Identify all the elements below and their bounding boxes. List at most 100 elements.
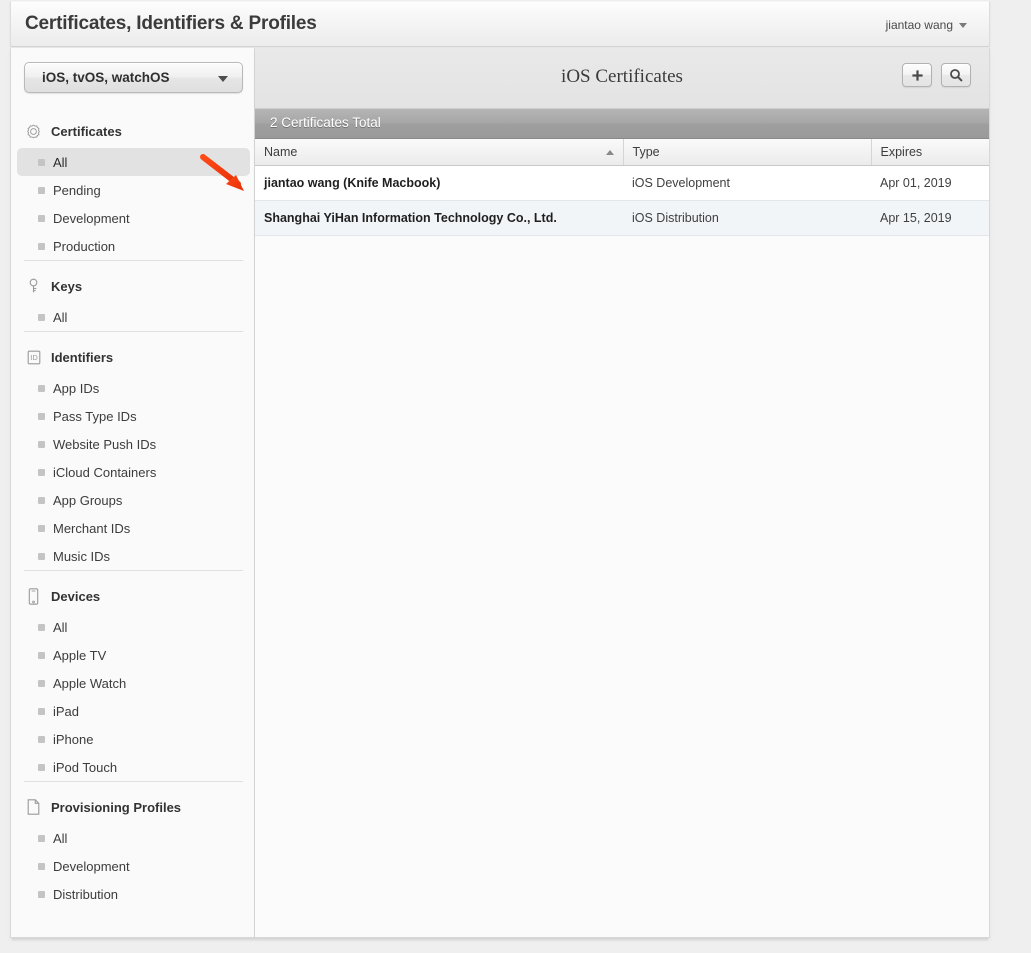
column-header-name-label: Name: [264, 145, 297, 159]
window-titlebar: Certificates, Identifiers & Profiles jia…: [10, 1, 990, 47]
sidebar-item-label: Apple Watch: [53, 676, 126, 691]
search-icon: [949, 68, 963, 82]
sidebar-item-label: Distribution: [53, 887, 118, 902]
platform-select[interactable]: iOS, tvOS, watchOS: [24, 62, 243, 93]
sidebar-divider: [24, 331, 243, 332]
bullet-icon: [38, 413, 45, 420]
sidebar-divider: [24, 260, 243, 261]
cell-name: jiantao wang (Knife Macbook): [255, 165, 623, 200]
sidebar-item-label: All: [53, 310, 67, 325]
bullet-icon: [38, 891, 45, 898]
sidebar-item-label: Apple TV: [53, 648, 106, 663]
sidebar-item-identifiers-merchant-ids[interactable]: Merchant IDs: [17, 514, 250, 542]
sidebar-item-identifiers-pass-type-ids[interactable]: Pass Type IDs: [17, 402, 250, 430]
key-icon: [25, 278, 42, 295]
bullet-icon: [38, 624, 45, 631]
sidebar-nav: Certificates All Pending Development Product…: [11, 106, 256, 908]
sidebar-item-label: Production: [53, 239, 115, 254]
bullet-icon: [38, 385, 45, 392]
sidebar-item-provisioning-profiles-all[interactable]: All: [17, 824, 250, 852]
bullet-icon: [38, 736, 45, 743]
column-header-name[interactable]: Name: [255, 139, 623, 165]
sidebar-item-label: Music IDs: [53, 549, 110, 564]
header-button-group: [902, 63, 971, 87]
sidebar-item-label: All: [53, 155, 67, 170]
sidebar-item-devices-all[interactable]: All: [17, 613, 250, 641]
cell-name: Shanghai YiHan Information Technology Co…: [255, 200, 623, 235]
bullet-icon: [38, 652, 45, 659]
bullet-icon: [38, 863, 45, 870]
column-header-expires[interactable]: Expires: [871, 139, 989, 165]
sidebar-item-identifiers-icloud-containers[interactable]: iCloud Containers: [17, 458, 250, 486]
sidebar-item-identifiers-app-ids[interactable]: App IDs: [17, 374, 250, 402]
sidebar-group-label: Devices: [51, 589, 100, 604]
sidebar-item-label: Merchant IDs: [53, 521, 130, 536]
certificates-total-label: 2 Certificates Total: [270, 115, 381, 130]
certificates-table: Name Type Expires jiantao wang (Knife Ma…: [255, 139, 989, 236]
sidebar-item-provisioning-profiles-development[interactable]: Development: [17, 852, 250, 880]
sidebar-item-provisioning-profiles-distribution[interactable]: Distribution: [17, 880, 250, 908]
sidebar-item-keys-all[interactable]: All: [17, 303, 250, 331]
table-row[interactable]: jiantao wang (Knife Macbook)iOS Developm…: [255, 165, 989, 200]
bullet-icon: [38, 243, 45, 250]
sort-ascending-icon: [606, 150, 614, 155]
sidebar-item-label: Development: [53, 211, 130, 226]
bullet-icon: [38, 159, 45, 166]
sidebar-group-keys: KeysAll: [11, 260, 256, 331]
sidebar-group-provisioning-profiles: Provisioning Profiles All Development Distr…: [11, 781, 256, 908]
sidebar-item-devices-ipad[interactable]: iPad: [17, 697, 250, 725]
bullet-icon: [38, 680, 45, 687]
sidebar-item-label: App Groups: [53, 493, 122, 508]
sidebar-item-certificates-all[interactable]: All: [17, 148, 250, 176]
sidebar-item-identifiers-website-push-ids[interactable]: Website Push IDs: [17, 430, 250, 458]
sidebar-item-label: Pass Type IDs: [53, 409, 137, 424]
sidebar-group-label: Identifiers: [51, 350, 113, 365]
search-button[interactable]: [941, 63, 971, 87]
platform-select-value: iOS, tvOS, watchOS: [42, 70, 170, 85]
sidebar-group-devices: Devices All Apple TV Apple Watch iPad iPhone i…: [11, 570, 256, 781]
sidebar-item-label: iPad: [53, 704, 79, 719]
sidebar-group-header-identifiers: ID Identifiers: [11, 343, 256, 371]
bullet-icon: [38, 708, 45, 715]
sidebar-item-identifiers-app-groups[interactable]: App Groups: [17, 486, 250, 514]
sidebar-item-certificates-production[interactable]: Production: [17, 232, 250, 260]
sidebar-item-certificates-pending[interactable]: Pending: [17, 176, 250, 204]
sidebar-item-label: iPod Touch: [53, 760, 117, 775]
table-row[interactable]: Shanghai YiHan Information Technology Co…: [255, 200, 989, 235]
main-content: iOS Certificates 2 Certificates Total: [255, 48, 990, 938]
svg-text:ID: ID: [30, 353, 38, 362]
bullet-icon: [38, 764, 45, 771]
bullet-icon: [38, 835, 45, 842]
chevron-down-icon: [959, 23, 967, 28]
certificate-seal-icon: [25, 123, 42, 140]
certificates-total-bar: 2 Certificates Total: [255, 109, 989, 139]
sidebar-item-label: Development: [53, 859, 130, 874]
sidebar-item-devices-ipod-touch[interactable]: iPod Touch: [17, 753, 250, 781]
plus-icon: [911, 69, 924, 82]
table-header: Name Type Expires: [255, 139, 989, 165]
column-header-type[interactable]: Type: [623, 139, 871, 165]
sidebar-item-label: iPhone: [53, 732, 93, 747]
sidebar-item-label: App IDs: [53, 381, 99, 396]
sidebar-item-label: Website Push IDs: [53, 437, 156, 452]
account-menu[interactable]: jiantao wang: [886, 18, 967, 32]
sidebar-item-devices-apple-watch[interactable]: Apple Watch: [17, 669, 250, 697]
sidebar-item-devices-apple-tv[interactable]: Apple TV: [17, 641, 250, 669]
content-title: iOS Certificates: [255, 66, 989, 88]
bullet-icon: [38, 187, 45, 194]
sidebar-item-devices-iphone[interactable]: iPhone: [17, 725, 250, 753]
sidebar-item-identifiers-music-ids[interactable]: Music IDs: [17, 542, 250, 570]
cell-type: iOS Development: [623, 165, 871, 200]
sidebar-group-header-provisioning-profiles: Provisioning Profiles: [11, 793, 256, 821]
add-certificate-button[interactable]: [902, 63, 932, 87]
cell-type: iOS Distribution: [623, 200, 871, 235]
sidebar-group-header-certificates: Certificates: [11, 117, 256, 145]
sidebar-divider: [24, 570, 243, 571]
sidebar-group-header-devices: Devices: [11, 582, 256, 610]
sidebar: iOS, tvOS, watchOS Certificates All Pendin…: [10, 48, 255, 938]
sidebar-item-certificates-development[interactable]: Development: [17, 204, 250, 232]
sidebar-group-label: Certificates: [51, 124, 122, 139]
table-header-row: Name Type Expires: [255, 139, 989, 165]
bullet-icon: [38, 215, 45, 222]
app-window: Certificates, Identifiers & Profiles jia…: [0, 0, 1031, 953]
